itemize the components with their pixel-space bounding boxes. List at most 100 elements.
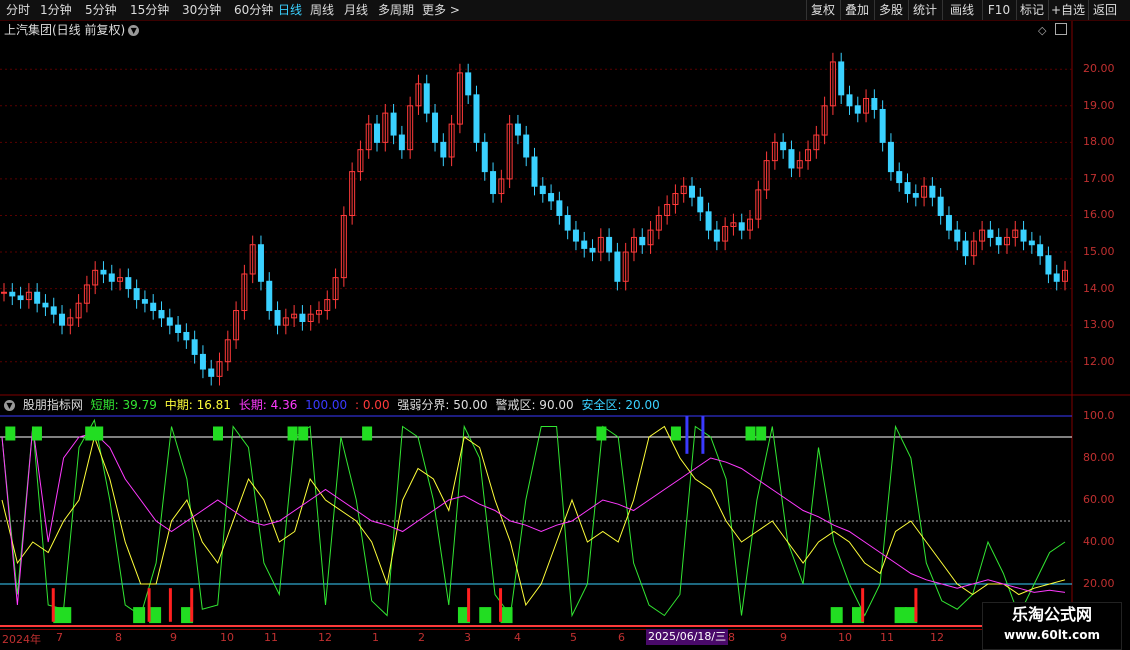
- candle-body: [9, 291, 16, 297]
- candle-body: [713, 229, 720, 242]
- price-tick: 12.00: [1083, 354, 1115, 368]
- candle-body: [108, 273, 115, 282]
- candle-body: [912, 193, 919, 198]
- candle-body: [158, 310, 165, 319]
- indicator-tick: 100.0: [1083, 409, 1115, 422]
- watermark: 乐淘公式网 www.60lt.com: [982, 602, 1122, 650]
- candle-body: [688, 185, 695, 198]
- candle-body: [398, 134, 405, 151]
- candle-body: [191, 339, 198, 355]
- date-tick: 12: [930, 631, 944, 644]
- price-tick: 18.00: [1083, 135, 1115, 149]
- candle-body: [59, 313, 66, 326]
- date-tick: 10: [220, 631, 234, 644]
- price-tick: 17.00: [1083, 171, 1115, 185]
- candle-body: [697, 196, 704, 213]
- candle-body: [514, 123, 521, 136]
- candle-body: [17, 295, 24, 301]
- price-tick: 15.00: [1083, 245, 1115, 259]
- signal-block: [298, 426, 309, 441]
- candle-body: [879, 108, 886, 143]
- candle-body: [374, 123, 381, 143]
- candle-body: [50, 306, 57, 315]
- indicator-tick: 40.00: [1083, 535, 1115, 548]
- price-tick: 20.00: [1083, 62, 1115, 76]
- indicator-name: 股朋指标网: [22, 398, 83, 412]
- date-tick: 11: [880, 631, 894, 644]
- candle-body: [871, 97, 878, 110]
- signal-block: [287, 426, 298, 441]
- date-tick: 2024年: [2, 633, 41, 646]
- price-tick: 13.00: [1083, 318, 1115, 332]
- date-tick: 8: [728, 631, 735, 644]
- date-tick: 10: [838, 631, 852, 644]
- chevron-down-icon[interactable]: ▼: [4, 400, 15, 411]
- mid-label: 中期: 16.81: [164, 398, 231, 412]
- signal-block: [5, 426, 16, 441]
- candle-body: [133, 288, 140, 301]
- candle-body: [100, 269, 107, 275]
- candle-body: [995, 236, 1002, 246]
- date-tick: 9: [780, 631, 787, 644]
- indicator-tick: 80.00: [1083, 451, 1115, 464]
- candle-body: [183, 331, 190, 341]
- candle-body: [548, 193, 555, 202]
- price-tick: 19.00: [1083, 98, 1115, 112]
- candle-body: [150, 302, 157, 312]
- candle-body: [896, 171, 903, 184]
- signal-block: [479, 607, 492, 624]
- signal-block: [133, 607, 146, 624]
- candle-body: [1045, 255, 1052, 275]
- date-tick: 2: [418, 631, 425, 644]
- candle-body: [639, 236, 646, 246]
- indicator-tick: 20.00: [1083, 577, 1115, 590]
- candle-body: [1037, 244, 1044, 257]
- candle-body: [473, 94, 480, 143]
- price-tick: 14.00: [1083, 281, 1115, 295]
- candle-body: [589, 247, 596, 253]
- candle-body: [42, 302, 49, 308]
- date-tick: 9: [170, 631, 177, 644]
- date-cursor: 2025/06/18/三: [646, 629, 729, 645]
- signal-block: [756, 426, 767, 441]
- candle-body: [962, 240, 969, 257]
- date-tick: 11: [264, 631, 278, 644]
- candle-body: [904, 182, 911, 195]
- indicator-tick: 60.00: [1083, 493, 1115, 506]
- signal-block: [894, 607, 907, 624]
- signal-block: [500, 607, 513, 624]
- candle-body: [257, 244, 264, 282]
- date-tick: 4: [514, 631, 521, 644]
- candle-body: [432, 112, 439, 143]
- signal-block: [149, 607, 162, 624]
- candle-body: [945, 214, 952, 231]
- candle-body: [423, 83, 430, 114]
- candle-body: [299, 313, 306, 323]
- candle-body: [954, 229, 961, 242]
- candle-body: [572, 229, 579, 242]
- candle-body: [1020, 229, 1027, 242]
- candle-body: [523, 134, 530, 158]
- candle-body: [390, 112, 397, 136]
- candle-body: [929, 185, 936, 198]
- signal-block: [745, 426, 756, 441]
- warn-label: 警戒区: 90.00: [495, 398, 574, 412]
- candle-body: [606, 236, 613, 253]
- candle-body: [838, 61, 845, 96]
- indicator-header: ▼ 股朋指标网 短期: 39.79 中期: 16.81 长期: 4.36 100…: [0, 397, 664, 413]
- date-tick: 5: [570, 631, 577, 644]
- candle-body: [780, 141, 787, 151]
- candle-body: [166, 317, 173, 326]
- signal-block: [85, 426, 104, 441]
- candle-body: [556, 200, 563, 216]
- candle-body: [987, 229, 994, 238]
- candle-body: [125, 277, 132, 290]
- candle-body: [1053, 273, 1060, 282]
- candle-body: [208, 368, 215, 377]
- date-tick: 12: [318, 631, 332, 644]
- candle-body: [266, 280, 273, 312]
- date-axis: 2024年 7 8 9 10 11 12 1 2 3 4 5 6 8 9 10 11 12: [0, 629, 1072, 648]
- candle-body: [854, 105, 861, 114]
- candle-body: [465, 72, 472, 96]
- date-tick: 1: [372, 631, 379, 644]
